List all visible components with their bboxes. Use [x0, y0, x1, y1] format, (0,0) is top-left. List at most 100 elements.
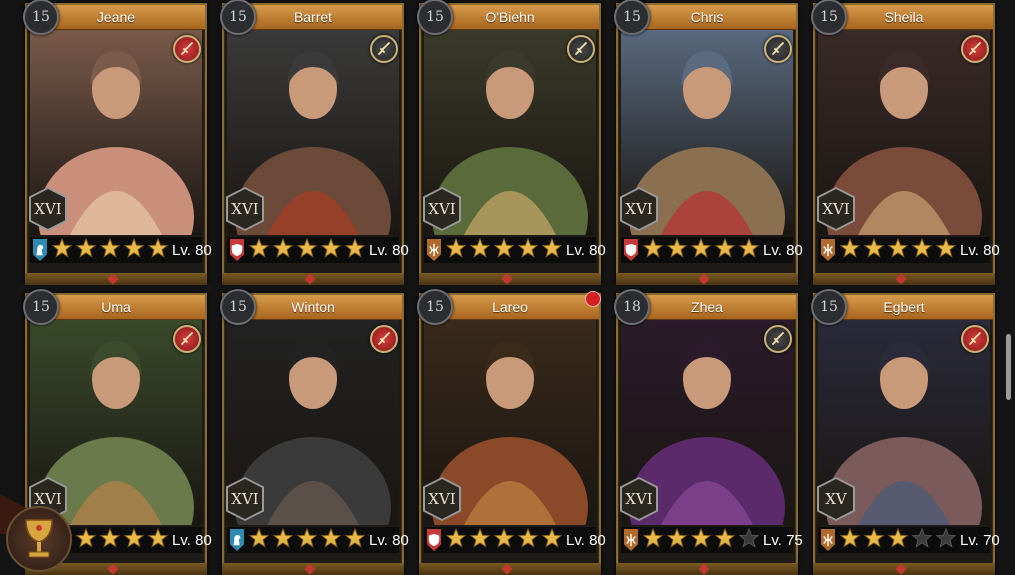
hero-level-text: Lv. 80: [960, 241, 1000, 259]
hero-card[interactable]: O'Biehn 15 XVI Lv. 80: [417, 0, 606, 285]
sword-icon: [173, 35, 201, 63]
star-filled-icon: [51, 237, 75, 263]
card-footer: [813, 273, 995, 285]
hero-level-text: Lv. 80: [369, 241, 409, 259]
hero-level-badge: 18: [614, 289, 650, 325]
card-footer: [25, 273, 207, 285]
hero-info-bar: Lv. 80: [227, 237, 409, 263]
star-filled-icon: [666, 237, 690, 263]
hero-info-bar: Lv. 75: [621, 527, 803, 553]
star-filled-icon: [887, 527, 911, 553]
scrollbar[interactable]: [1006, 334, 1011, 400]
star-filled-icon: [690, 527, 714, 553]
star-filled-icon: [469, 527, 493, 553]
shield-icon: [427, 529, 441, 551]
star-filled-icon: [344, 527, 368, 553]
hero-level-text: Lv. 80: [566, 241, 606, 259]
card-footer: [419, 563, 601, 575]
hero-card[interactable]: Chris 15 XVI Lv. 80: [614, 0, 803, 285]
footer-gem: [304, 563, 316, 575]
star-filled-icon: [541, 237, 565, 263]
star-filled-icon: [296, 527, 320, 553]
star-rating: [445, 527, 565, 553]
star-filled-icon: [75, 527, 99, 553]
footer-gem: [107, 563, 119, 575]
sword-icon: [764, 325, 792, 353]
hero-level-text: Lv. 80: [369, 531, 409, 549]
shield-icon: [230, 239, 244, 261]
hero-card[interactable]: Egbert 15 XV Lv. 70: [811, 289, 1000, 575]
goblet-icon[interactable]: [6, 506, 72, 572]
star-filled-icon: [248, 527, 272, 553]
hero-card[interactable]: Lareo 15 XVI Lv. 80: [417, 289, 606, 575]
sword-icon: [370, 325, 398, 353]
hero-grid: Jeane 15 XVI Lv. 80 Barret 15 XVI Lv. 80…: [0, 0, 1015, 575]
hero-level-badge: 15: [220, 289, 256, 325]
hero-level-text: Lv. 75: [763, 531, 803, 549]
star-filled-icon: [320, 237, 344, 263]
hero-card[interactable]: Jeane 15 XVI Lv. 80: [23, 0, 212, 285]
hero-info-bar: Lv. 80: [424, 237, 606, 263]
hero-info-bar: Lv. 80: [424, 527, 606, 553]
shield-icon: [624, 239, 638, 261]
star-filled-icon: [493, 237, 517, 263]
star-filled-icon: [911, 237, 935, 263]
footer-gem: [304, 273, 316, 285]
star-filled-icon: [666, 527, 690, 553]
hero-card[interactable]: Barret 15 XVI Lv. 80: [220, 0, 409, 285]
horse-icon: [230, 529, 244, 551]
star-rating: [51, 237, 171, 263]
bow-icon: [427, 239, 441, 261]
star-filled-icon: [863, 527, 887, 553]
horse-icon: [33, 239, 47, 261]
card-footer: [419, 273, 601, 285]
hero-level-badge: 15: [220, 0, 256, 35]
hero-card[interactable]: Winton 15 XVI Lv. 80: [220, 289, 409, 575]
star-filled-icon: [147, 237, 171, 263]
star-filled-icon: [887, 237, 911, 263]
star-filled-icon: [75, 237, 99, 263]
hero-level-badge: 15: [811, 0, 847, 35]
star-rating: [642, 237, 762, 263]
sword-icon: [567, 35, 595, 63]
star-rating: [248, 237, 368, 263]
star-filled-icon: [147, 527, 171, 553]
star-empty-icon: [935, 527, 959, 553]
hero-level-text: Lv. 80: [172, 241, 212, 259]
star-filled-icon: [99, 527, 123, 553]
footer-gem: [501, 273, 513, 285]
hero-card[interactable]: Zhea 18 XVI Lv. 75: [614, 289, 803, 575]
star-rating: [445, 237, 565, 263]
footer-gem: [895, 563, 907, 575]
star-filled-icon: [344, 237, 368, 263]
bow-icon: [821, 529, 835, 551]
card-footer: [222, 273, 404, 285]
hero-level-text: Lv. 80: [172, 531, 212, 549]
star-filled-icon: [493, 527, 517, 553]
sword-icon: [961, 325, 989, 353]
card-footer: [616, 563, 798, 575]
star-filled-icon: [642, 527, 666, 553]
star-empty-icon: [738, 527, 762, 553]
sword-icon: [370, 35, 398, 63]
bow-icon: [624, 529, 638, 551]
star-rating: [839, 237, 959, 263]
star-filled-icon: [123, 527, 147, 553]
star-empty-icon: [911, 527, 935, 553]
star-filled-icon: [248, 237, 272, 263]
star-filled-icon: [123, 237, 147, 263]
star-filled-icon: [863, 237, 887, 263]
star-filled-icon: [272, 237, 296, 263]
star-filled-icon: [690, 237, 714, 263]
star-filled-icon: [469, 237, 493, 263]
hero-level-badge: 15: [811, 289, 847, 325]
hero-card[interactable]: Sheila 15 XVI Lv. 80: [811, 0, 1000, 285]
star-filled-icon: [935, 237, 959, 263]
star-filled-icon: [714, 237, 738, 263]
hero-level-text: Lv. 80: [566, 531, 606, 549]
hero-level-badge: 15: [417, 0, 453, 35]
star-filled-icon: [320, 527, 344, 553]
hero-level-badge: 15: [23, 0, 59, 35]
hero-info-bar: Lv. 80: [227, 527, 409, 553]
hero-level-badge: 15: [23, 289, 59, 325]
